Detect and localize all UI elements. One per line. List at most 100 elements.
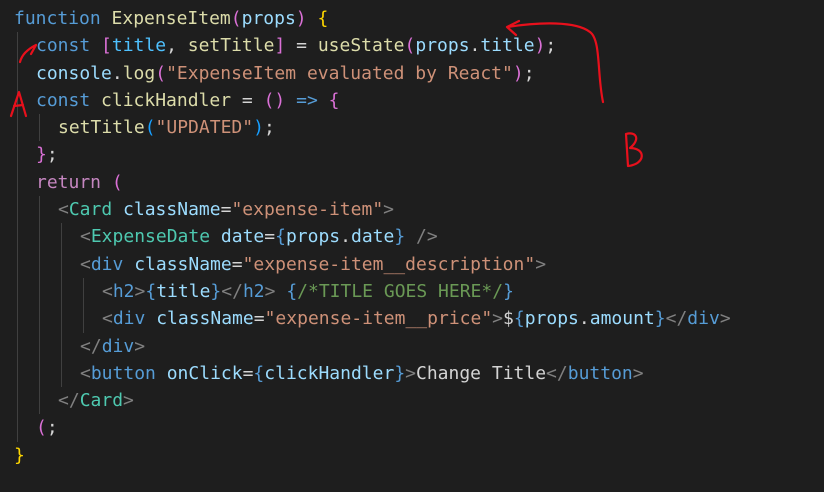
code-token: > <box>632 362 644 384</box>
code-line[interactable]: const clickHandler = () => { <box>14 86 731 115</box>
code-token: const <box>36 89 91 111</box>
code-token: props <box>524 308 579 330</box>
code-line[interactable]: }; <box>14 141 731 169</box>
code-token: . <box>340 226 351 248</box>
code-token: date <box>220 226 265 248</box>
code-token: props <box>241 8 296 29</box>
code-line[interactable]: </Card> <box>14 387 731 415</box>
code-token: h2 <box>242 280 265 302</box>
code-line[interactable]: <ExpenseDate date={props.date} /> <box>14 223 731 251</box>
code-token: "ExpenseItem evaluated by React" <box>166 62 513 84</box>
code-token: } <box>14 444 25 466</box>
code-token: </ <box>80 335 102 357</box>
code-token: h2 <box>112 280 135 302</box>
code-line[interactable]: return ( <box>14 168 731 197</box>
code-token: Card <box>68 199 113 221</box>
code-token: { <box>317 8 329 29</box>
code-line[interactable]: function ExpenseItem(props) { <box>14 5 731 32</box>
code-token: ( <box>36 417 47 439</box>
indent-guide <box>17 86 18 115</box>
code-token: ( <box>111 171 123 193</box>
code-token: clickHandler <box>101 89 232 111</box>
indent-guide <box>39 277 40 306</box>
code-line[interactable]: const [title, setTitle] = useState(props… <box>14 32 731 60</box>
indent-guide <box>17 196 18 224</box>
indent-guide <box>17 223 18 251</box>
code-token: ; <box>46 417 58 439</box>
code-line[interactable]: </div> <box>14 332 731 360</box>
code-token: > <box>123 390 134 412</box>
code-token: button <box>567 362 633 384</box>
code-token: = <box>253 308 265 330</box>
code-token: </ <box>221 280 243 302</box>
indent-guide <box>61 305 62 333</box>
code-line[interactable]: <h2>{title}</h2> {/*TITLE GOES HERE*/} <box>14 277 731 306</box>
code-line[interactable]: } <box>14 442 731 469</box>
indent-guide <box>39 305 40 333</box>
indent-guide <box>17 414 18 442</box>
code-token: date <box>350 226 395 248</box>
code-token: function <box>14 8 101 29</box>
code-line[interactable]: console.log("ExpenseItem evaluated by Re… <box>14 59 731 87</box>
code-token: onClick <box>166 362 243 384</box>
code-token: [ <box>101 35 112 57</box>
code-token: console <box>36 62 112 84</box>
code-editor[interactable]: function ExpenseItem(props) {const [titl… <box>0 0 824 492</box>
code-token: ( <box>230 8 242 29</box>
code-token: } <box>210 280 222 302</box>
code-token: ) <box>295 8 307 29</box>
code-token: log <box>122 62 156 84</box>
indent-guide <box>17 141 18 169</box>
code-token: props <box>415 35 470 57</box>
code-token: title <box>156 280 211 302</box>
indent-guide <box>83 305 84 333</box>
code-token: = <box>220 199 232 221</box>
indent-guide <box>17 387 18 415</box>
code-token: div <box>687 308 720 330</box>
code-token: ( <box>144 117 156 139</box>
code-token: > <box>535 253 547 275</box>
code-token: , <box>166 35 188 57</box>
code-token: > <box>383 199 394 221</box>
indent-guide <box>83 277 84 306</box>
code-token: const <box>36 35 91 57</box>
code-token: { <box>328 89 340 111</box>
code-token: } <box>394 362 406 384</box>
code-token: . <box>469 35 481 57</box>
code-line[interactable]: <div className="expense-item__descriptio… <box>14 250 731 278</box>
code-token: </ <box>665 308 688 330</box>
code-token: className <box>123 199 221 221</box>
indent-guide <box>17 250 18 278</box>
code-token: return <box>36 171 102 193</box>
indent-guide <box>39 359 40 388</box>
code-line[interactable]: <div className="expense-item__price">${p… <box>14 305 731 333</box>
code-token: useState <box>317 35 405 57</box>
code-token: /> <box>416 226 438 248</box>
indent-guide <box>39 114 40 142</box>
code-token: { <box>513 308 525 330</box>
indent-guide <box>17 114 18 142</box>
code-line[interactable]: <Card className="expense-item"> <box>14 196 731 224</box>
code-token: Card <box>79 390 124 412</box>
code-token: => <box>296 89 318 111</box>
code-token: ( <box>155 62 167 84</box>
code-token: > <box>719 308 731 330</box>
code-line[interactable]: <button onClick={clickHandler}>Change Ti… <box>14 359 731 388</box>
indent-guide <box>39 250 40 278</box>
code-line[interactable]: setTitle("UPDATED"); <box>14 114 731 142</box>
code-block[interactable]: function ExpenseItem(props) {const [titl… <box>14 5 731 469</box>
code-token: { <box>145 280 157 302</box>
code-token: button <box>90 362 156 384</box>
code-line[interactable]: (; <box>14 414 731 442</box>
code-token: "expense-item" <box>231 199 384 221</box>
code-token: { <box>253 362 265 384</box>
indent-guide <box>17 32 18 60</box>
code-token: = <box>231 253 243 275</box>
